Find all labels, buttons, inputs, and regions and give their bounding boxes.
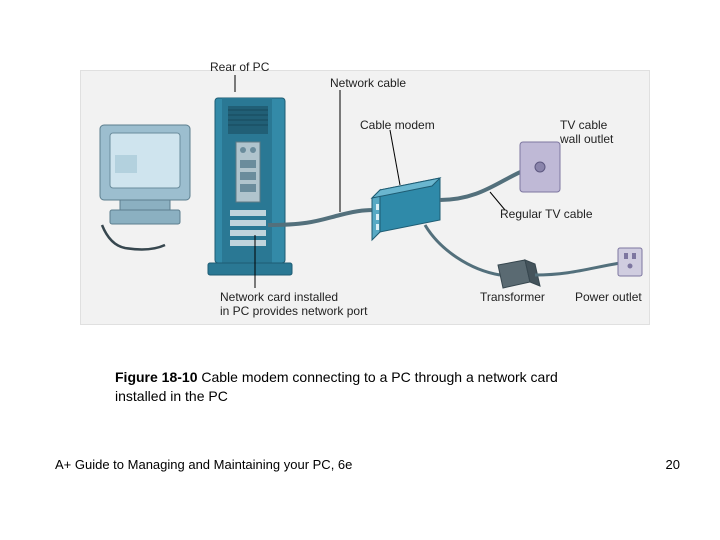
label-cable-modem: Cable modem xyxy=(360,118,435,132)
label-power-outlet: Power outlet xyxy=(575,290,642,304)
footer-book-title: A+ Guide to Managing and Maintaining you… xyxy=(55,457,352,472)
footer-page-number: 20 xyxy=(666,457,680,472)
label-tv-cable-wall-outlet-l2: wall outlet xyxy=(560,132,613,146)
label-transformer: Transformer xyxy=(480,290,545,304)
pc-tower-icon xyxy=(208,98,292,275)
diagram-illustration xyxy=(80,70,650,325)
power-outlet-icon xyxy=(618,248,642,276)
leader-cable-modem xyxy=(390,130,400,185)
figure-number: Figure 18-10 xyxy=(115,369,197,385)
tv-cable-line xyxy=(440,170,525,200)
label-network-cable: Network cable xyxy=(330,76,406,90)
wall-outlet-icon xyxy=(520,142,560,192)
label-tv-cable-wall-outlet-l1: TV cable xyxy=(560,118,607,132)
monitor-icon xyxy=(100,125,190,249)
power-cord-modem xyxy=(425,225,500,275)
label-network-card-l2: in PC provides network port xyxy=(220,304,367,318)
figure-caption: Figure 18-10 Cable modem connecting to a… xyxy=(115,368,595,406)
transformer-icon xyxy=(498,260,540,288)
power-cord-outlet xyxy=(535,263,620,275)
label-network-card-l1: Network card installed xyxy=(220,290,338,304)
label-regular-tv-cable: Regular TV cable xyxy=(500,207,593,221)
label-rear-of-pc: Rear of PC xyxy=(210,60,269,74)
